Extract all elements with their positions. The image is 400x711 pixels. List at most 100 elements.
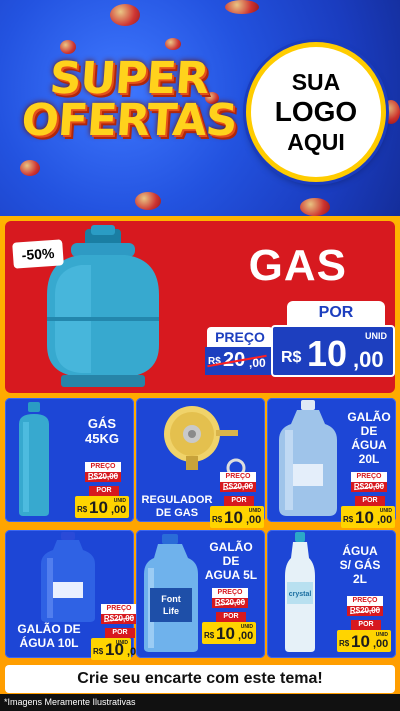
por-label: POR <box>355 496 385 506</box>
product-card-galao-10l[interactable]: GALÃO DE ÁGUA 10L PREÇO R$20,00 POR UNID… <box>5 530 142 660</box>
product-price-block: PREÇO R$20,00 POR UNID R$ 10 ,00 <box>202 588 256 644</box>
water-bottle-5l-image: Font Life <box>144 534 198 652</box>
new-price-integer: 10 <box>307 333 348 374</box>
product-name-line: DE <box>360 424 378 438</box>
por-label: POR <box>216 612 246 622</box>
coin-decoration <box>300 198 330 216</box>
logo-text-3: AQUI <box>287 129 345 155</box>
new-price-cents: ,00 <box>353 347 384 372</box>
gas-regulator-image <box>164 406 246 478</box>
product-card-regulador[interactable]: REGULADOR DE GAS PREÇO R$20,00 POR UNID … <box>136 398 265 528</box>
price-integer: 10 <box>105 640 124 659</box>
coin-decoration <box>110 4 140 26</box>
water-jug-20l-image <box>279 400 337 516</box>
product-name-line: GÁS <box>87 416 117 431</box>
product-name: ÁGUA S/ GÁS 2L <box>329 544 391 586</box>
old-price: R$ 20 ,00 <box>205 347 277 375</box>
featured-offer-card[interactable]: -50% GAS POR PREÇO R$ 20 ,00 UNID R$ 10 … <box>5 221 395 393</box>
discount-badge: -50% <box>12 239 64 269</box>
old-price: R$20,00 <box>85 472 121 482</box>
preco-label: PREÇO <box>347 596 383 606</box>
preco-label: PREÇO <box>212 588 248 598</box>
product-name-line: GALÃO DE <box>17 622 81 636</box>
new-price: UNID R$ 10 ,00 <box>210 506 264 528</box>
price-cents: ,00 <box>111 504 127 516</box>
water-jug-10l-image <box>41 532 95 622</box>
bottle-brand-label: Font <box>161 594 181 604</box>
product-name: REGULADOR DE GAS <box>140 494 214 520</box>
unit-label: UNID <box>365 331 387 341</box>
disclaimer-footer: *Imagens Meramente Ilustrativas <box>0 694 400 711</box>
por-label: POR <box>105 628 135 638</box>
title-line-1: SUPER <box>47 53 211 104</box>
product-name: GALÃO DE AGUA 5L <box>200 540 262 582</box>
featured-product-title: GAS <box>248 241 347 290</box>
product-name: GALÃO DE ÁGUA 10L <box>9 622 89 650</box>
new-price-currency: R$ <box>281 349 302 366</box>
bottle-brand-label: Life <box>163 606 179 616</box>
new-price: UNID R$ 10 ,00 <box>341 506 395 528</box>
product-name-line: DE GAS <box>155 507 199 519</box>
product-name: GÁS 45KG <box>77 416 127 446</box>
coin-decoration <box>60 40 76 54</box>
por-label: POR <box>224 496 254 506</box>
price-cents: ,00 <box>377 514 393 526</box>
price-cents: ,00 <box>238 630 254 642</box>
new-price: UNID R$ 10 ,00 <box>202 622 256 644</box>
por-label: POR <box>351 620 381 630</box>
preco-label: PREÇO <box>207 327 273 347</box>
new-price: UNID R$ 10 ,00 <box>91 638 142 660</box>
old-price: R$20,00 <box>212 598 248 608</box>
product-name-line: AGUA 5L <box>204 568 258 582</box>
old-price: R$20,00 <box>101 614 137 624</box>
create-flyer-button[interactable]: Crie seu encarte com este tema! <box>5 665 395 693</box>
por-label: POR <box>89 486 119 496</box>
price-integer: 10 <box>216 624 235 643</box>
coin-decoration <box>135 192 161 210</box>
price-cents: ,00 <box>246 514 262 526</box>
logo-text-2: LOGO <box>274 96 358 127</box>
product-name: GALÃO DE ÁGUA 20L <box>345 410 393 466</box>
product-price-block: PREÇO R$20,00 POR UNID R$ 10 ,00 <box>210 472 264 528</box>
product-name-line: S/ GÁS <box>339 558 381 572</box>
logo-text-1: SUA <box>291 69 341 95</box>
title-line-2: OFERTAS <box>19 95 239 146</box>
super-ofertas-title: SUPER OFERTAS <box>14 53 244 146</box>
product-name-line: REGULADOR <box>141 494 213 506</box>
product-card-gas-45kg[interactable]: GÁS 45KG PREÇO R$20,00 POR UNID R$ 10 ,0… <box>5 398 134 522</box>
price-integer: 10 <box>351 632 370 651</box>
coin-decoration <box>20 160 40 176</box>
currency: R$ <box>343 515 354 524</box>
preco-label: PREÇO <box>101 604 137 614</box>
por-label: POR <box>287 301 385 325</box>
product-card-galao-20l[interactable]: GALÃO DE ÁGUA 20L PREÇO R$20,00 POR UNID… <box>267 398 396 528</box>
new-price: UNID R$ 10 ,00 <box>75 496 129 518</box>
product-name-line: 20L <box>358 452 380 466</box>
old-price: R$20,00 <box>347 606 383 616</box>
coin-decoration <box>165 38 181 50</box>
product-name-line: DE <box>222 554 240 568</box>
coin-decoration <box>225 0 259 14</box>
product-price-block: PREÇO R$20,00 POR UNID R$ 10 ,00 <box>75 462 129 518</box>
bottle-brand-label: crystal <box>289 591 312 598</box>
currency: R$ <box>93 647 104 656</box>
price-integer: 10 <box>89 498 108 517</box>
price-integer: 10 <box>355 508 374 527</box>
preco-label: PREÇO <box>220 472 256 482</box>
logo-placeholder: SUA LOGO AQUI <box>246 42 386 182</box>
currency: R$ <box>77 505 88 514</box>
old-price: R$20,00 <box>351 482 387 492</box>
preco-label: PREÇO <box>351 472 387 482</box>
currency: R$ <box>212 515 223 524</box>
new-price: UNID R$ 10 ,00 <box>271 325 395 377</box>
product-name-line: 2L <box>352 572 367 586</box>
price-cents: ,00 <box>373 638 389 650</box>
new-price: UNID R$ 10 ,00 <box>337 630 391 652</box>
product-card-galao-5l[interactable]: Font Life GALÃO DE AGUA 5L PREÇO R$20,00… <box>136 530 265 658</box>
product-name-line: ÁGUA 10L <box>19 636 79 650</box>
product-name-line: 45KG <box>85 431 119 446</box>
currency: R$ <box>339 639 350 648</box>
preco-label: PREÇO <box>85 462 121 472</box>
product-card-agua-2l[interactable]: crystal ÁGUA S/ GÁS 2L PREÇO R$20,00 POR… <box>267 530 396 658</box>
currency: R$ <box>204 631 215 640</box>
